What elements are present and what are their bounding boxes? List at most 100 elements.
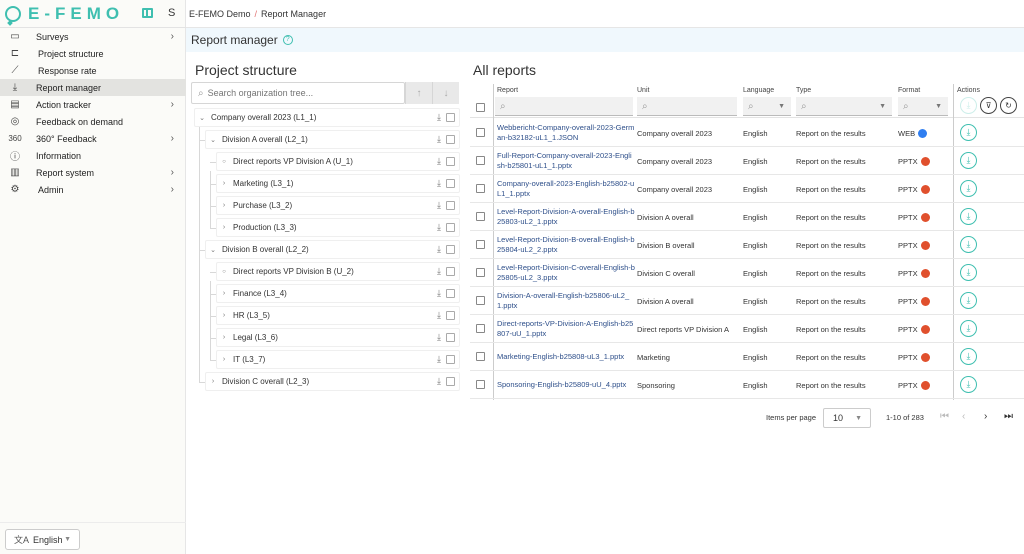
format-filter[interactable]: ⌕ ▼ xyxy=(898,97,948,116)
chevron-right-icon[interactable]: › xyxy=(219,334,229,341)
report-link[interactable]: Company-overall-2023-English-b25802-uL1_… xyxy=(497,175,635,203)
report-link-text[interactable]: Division-A-overall-English-b25806-uL2_1.… xyxy=(497,291,635,311)
download-icon[interactable]: ⤓ xyxy=(437,310,441,321)
tree-node-checkbox[interactable] xyxy=(446,157,455,166)
tree-node[interactable]: › Finance (L3_4) ⤓ xyxy=(216,284,460,303)
report-link[interactable]: Sponsoring-English-b25809-uU_4.pptx xyxy=(497,371,635,399)
download-icon[interactable]: ⤓ xyxy=(437,266,441,277)
download-icon[interactable]: ⤓ xyxy=(437,156,441,167)
column-header-format[interactable]: Format xyxy=(898,87,920,94)
download-icon[interactable]: ⤓ xyxy=(437,112,441,123)
report-filter[interactable]: ⌕ xyxy=(495,97,633,116)
tree-node[interactable]: › Purchase (L3_2) ⤓ xyxy=(216,196,460,215)
report-link-text[interactable]: Level-Report-Division-B-overall-English-… xyxy=(497,235,635,255)
tree-node[interactable]: › Marketing (L3_1) ⤓ xyxy=(216,174,460,193)
tree-node-checkbox[interactable] xyxy=(446,245,455,254)
sidebar-item-response-rate[interactable]: ⟋ Response rate xyxy=(0,62,186,79)
row-checkbox[interactable] xyxy=(476,296,485,305)
report-link-text[interactable]: Level-Report-Division-C-overall-English-… xyxy=(497,263,635,283)
bulk-download-button[interactable]: ⤓ xyxy=(960,97,977,114)
download-report-button[interactable]: ⤓ xyxy=(960,124,977,141)
sidebar-item-360-feedback[interactable]: 360 360° Feedback › xyxy=(0,130,186,147)
language-select[interactable]: 文A English ▼ xyxy=(5,529,80,550)
next-page-button[interactable]: › xyxy=(984,411,987,422)
sidebar-item-action-tracker[interactable]: ▤ Action tracker › xyxy=(0,96,186,113)
user-avatar[interactable]: S xyxy=(168,7,175,19)
report-link[interactable]: Division-A-overall-English-b25806-uL2_1.… xyxy=(497,287,635,315)
unit-filter[interactable]: ⌕ xyxy=(637,97,737,116)
tree-node-checkbox[interactable] xyxy=(446,223,455,232)
chevron-right-icon[interactable]: › xyxy=(219,312,229,319)
download-icon[interactable]: ⤓ xyxy=(437,288,441,299)
tree-node-checkbox[interactable] xyxy=(446,135,455,144)
row-checkbox[interactable] xyxy=(476,268,485,277)
tree-search-box[interactable]: ⌕ xyxy=(191,82,405,104)
logo[interactable]: E-FEMO xyxy=(0,0,186,28)
tree-node[interactable]: ○ Direct reports VP Division B (U_2) ⤓ xyxy=(216,262,460,281)
chevron-down-icon[interactable]: ⌄ xyxy=(208,136,218,144)
tree-node-checkbox[interactable] xyxy=(446,267,455,276)
tree-node-checkbox[interactable] xyxy=(446,289,455,298)
report-link-text[interactable]: Webbericht-Company-overall-2023-German-b… xyxy=(497,123,635,143)
tree-node[interactable]: ○ Direct reports VP Division A (U_1) ⤓ xyxy=(216,152,460,171)
tree-node-checkbox[interactable] xyxy=(446,201,455,210)
tree-node[interactable]: › HR (L3_5) ⤓ xyxy=(216,306,460,325)
clear-filters-button[interactable]: ⊽ xyxy=(980,97,997,114)
download-icon[interactable]: ⤓ xyxy=(437,354,441,365)
chevron-down-icon[interactable]: ⌄ xyxy=(208,246,218,254)
row-checkbox[interactable] xyxy=(476,128,485,137)
download-report-button[interactable]: ⤓ xyxy=(960,376,977,393)
row-checkbox[interactable] xyxy=(476,352,485,361)
arrow-up-button[interactable]: ↑ xyxy=(405,82,432,104)
sidebar-item-project-structure[interactable]: ⊏ Project structure xyxy=(0,45,186,62)
sidebar-item-report-system[interactable]: ▥ Report system › xyxy=(0,164,186,181)
tree-node[interactable]: › IT (L3_7) ⤓ xyxy=(216,350,460,369)
chevron-right-icon[interactable]: › xyxy=(219,224,229,231)
tree-node-checkbox[interactable] xyxy=(446,179,455,188)
sidebar-item-admin[interactable]: ⚙ Admin › xyxy=(0,181,186,198)
report-link[interactable]: Level-Report-Division-A-overall-English-… xyxy=(497,203,635,231)
report-link-text[interactable]: Full-Report-Company-overall-2023-English… xyxy=(497,151,635,171)
download-icon[interactable]: ⤓ xyxy=(437,200,441,211)
refresh-button[interactable]: ↻ xyxy=(1000,97,1017,114)
tree-node[interactable]: ⌄ Division B overall (L2_2) ⤓ xyxy=(205,240,460,259)
chevron-right-icon[interactable]: › xyxy=(219,356,229,363)
sidebar-toggle-icon[interactable] xyxy=(142,8,153,18)
download-icon[interactable]: ⤓ xyxy=(437,376,441,387)
items-per-page-select[interactable]: 10 ▼ xyxy=(823,408,871,428)
tree-node[interactable]: › Legal (L3_6) ⤓ xyxy=(216,328,460,347)
tree-search-input[interactable] xyxy=(207,88,388,98)
row-checkbox[interactable] xyxy=(476,184,485,193)
report-link-text[interactable]: Level-Report-Division-A-overall-English-… xyxy=(497,207,635,227)
download-report-button[interactable]: ⤓ xyxy=(960,180,977,197)
first-page-button[interactable]: ⏮ xyxy=(940,411,949,422)
tree-node[interactable]: ⌄ Division A overall (L2_1) ⤓ xyxy=(205,130,460,149)
report-link-text[interactable]: Company-overall-2023-English-b25802-uL1_… xyxy=(497,179,635,199)
chevron-right-icon[interactable]: › xyxy=(208,378,218,385)
row-checkbox[interactable] xyxy=(476,324,485,333)
row-checkbox[interactable] xyxy=(476,240,485,249)
download-report-button[interactable]: ⤓ xyxy=(960,264,977,281)
tree-node[interactable]: › Division C overall (L2_3) ⤓ xyxy=(205,372,460,391)
report-link[interactable]: Level-Report-Division-B-overall-English-… xyxy=(497,231,635,259)
report-link-text[interactable]: Sponsoring-English-b25809-uU_4.pptx xyxy=(497,380,626,390)
last-page-button[interactable]: ⏭ xyxy=(1004,411,1013,422)
column-header-unit[interactable]: Unit xyxy=(637,87,649,94)
tree-node[interactable]: ⌄ Company overall 2023 (L1_1) ⤓ xyxy=(194,108,460,127)
report-link[interactable]: Level-Report-Division-C-overall-English-… xyxy=(497,259,635,287)
download-icon[interactable]: ⤓ xyxy=(437,178,441,189)
column-header-report[interactable]: Report xyxy=(497,87,518,94)
report-link[interactable]: Marketing-English-b25808-uL3_1.pptx xyxy=(497,343,635,371)
help-icon[interactable]: ? xyxy=(282,35,293,45)
tree-node-checkbox[interactable] xyxy=(446,113,455,122)
previous-page-button[interactable]: ‹ xyxy=(962,411,965,422)
language-filter[interactable]: ⌕ ▼ xyxy=(743,97,791,116)
download-icon[interactable]: ⤓ xyxy=(437,332,441,343)
sidebar-item-feedback-on-demand[interactable]: ◎ Feedback on demand xyxy=(0,113,186,130)
download-icon[interactable]: ⤓ xyxy=(437,222,441,233)
chevron-right-icon[interactable]: › xyxy=(219,290,229,297)
download-report-button[interactable]: ⤓ xyxy=(960,152,977,169)
report-link-text[interactable]: Direct-reports-VP-Division-A-English-b25… xyxy=(497,319,635,339)
report-link[interactable]: Webbericht-Company-overall-2023-German-b… xyxy=(497,119,635,147)
column-header-type[interactable]: Type xyxy=(796,87,811,94)
